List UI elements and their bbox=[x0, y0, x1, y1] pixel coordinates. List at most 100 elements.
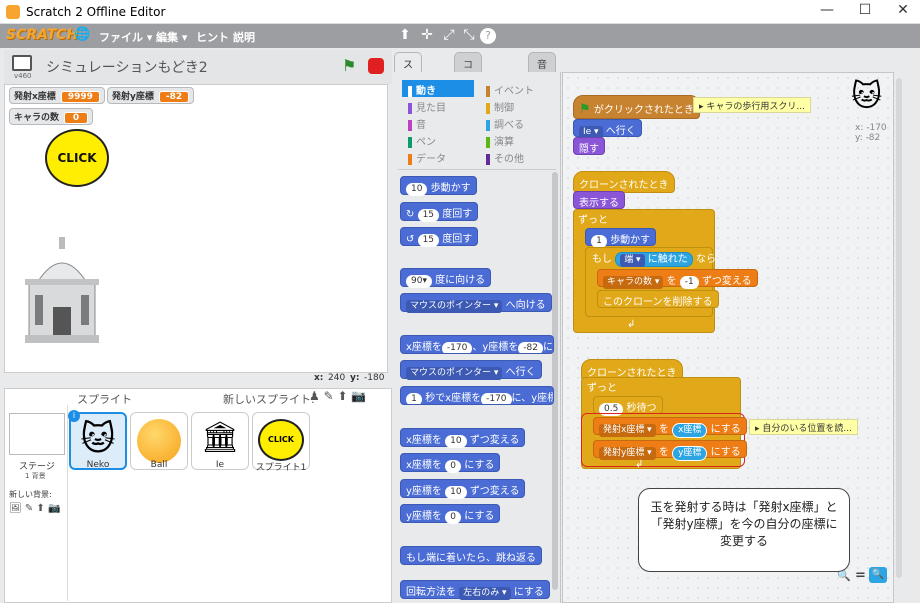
coord-y-label: y: bbox=[350, 373, 360, 383]
tab-scripts[interactable]: スクリプト bbox=[394, 52, 422, 131]
stage-canvas[interactable]: 発射x座標 9999 発射y座標 -82 キャラの数 0 CLICK bbox=[4, 84, 388, 373]
block-change-x[interactable]: x座標を 10 ずつ変える bbox=[400, 428, 526, 448]
new-sprite-label: 新しいスプライト: bbox=[223, 393, 315, 406]
hide-block[interactable]: 隠す bbox=[573, 137, 605, 155]
menu-edit[interactable]: 編集 ▾ bbox=[156, 29, 187, 45]
monitor-label: 発射y座標 bbox=[112, 92, 154, 102]
block-set-y[interactable]: y座標を 0 にする bbox=[400, 504, 501, 524]
delete-cut-icon[interactable]: ✛ bbox=[418, 27, 436, 43]
block-go-to-xy[interactable]: x座標を-170、y座標を-82にす bbox=[400, 335, 554, 354]
window-title: Scratch 2 Offline Editor bbox=[26, 5, 166, 19]
title-bar: Scratch 2 Offline Editor — ☐ ✕ bbox=[0, 0, 920, 24]
sprite-list-border bbox=[67, 405, 68, 601]
set-shot-x-block[interactable]: 発射x座標 ▾ を x座標 にする bbox=[593, 417, 747, 438]
block-move[interactable]: 10 歩動かす bbox=[400, 176, 477, 196]
scripts-scrollbar[interactable] bbox=[896, 78, 902, 578]
category-pen[interactable]: ペン bbox=[402, 131, 442, 148]
backdrop-tools-icon[interactable]: 🖼 ✎ ⬆ 📷 bbox=[9, 503, 60, 514]
menu-about[interactable]: 説明 bbox=[233, 29, 255, 45]
category-list: 動き 見た目 音 ペン データ イベント 制御 調べる 演算 その他 bbox=[398, 78, 556, 170]
zoom-in-icon[interactable]: 🔍 bbox=[869, 567, 887, 583]
green-flag-icon: ⚑ bbox=[579, 102, 591, 117]
comment-position[interactable]: ▸ 自分のいる位置を読... bbox=[749, 419, 858, 435]
globe-icon[interactable]: 🌐 bbox=[74, 27, 90, 42]
monitor-value: -82 bbox=[158, 91, 190, 103]
go-to-block[interactable]: Ie ▾ へ行く bbox=[573, 119, 642, 139]
wait-block[interactable]: 0.5 秒待つ bbox=[593, 396, 663, 416]
maximize-button[interactable]: ☐ bbox=[850, 2, 880, 22]
version-label: v460 bbox=[14, 72, 32, 80]
block-change-y[interactable]: y座標を 10 ずつ変える bbox=[400, 479, 526, 499]
block-rotation-style[interactable]: 回転方法を 左右のみ ▾ にする bbox=[400, 580, 550, 600]
comment-walk-script[interactable]: ▸ キャラの歩行用スクリ... bbox=[693, 97, 811, 113]
click-text: CLICK bbox=[57, 151, 97, 165]
forever-label-1: ずっと bbox=[578, 215, 608, 226]
cat-icon: 🐱 bbox=[80, 419, 116, 459]
category-sensing[interactable]: 調べる bbox=[480, 114, 530, 131]
coord-x-label: x: bbox=[314, 373, 324, 383]
coord-y-value: -180 bbox=[364, 373, 385, 383]
monitor-shot-x: 発射x座標 9999 bbox=[9, 87, 105, 104]
set-shot-y-block[interactable]: 発射y座標 ▾ を y座標 にする bbox=[593, 440, 747, 461]
sprite-label-ball: Ball bbox=[150, 460, 168, 470]
forever-arrow-icon: ↲ bbox=[627, 319, 636, 330]
shrink-icon[interactable]: ⤡ bbox=[460, 27, 478, 43]
show-block[interactable]: 表示する bbox=[573, 191, 625, 209]
grow-icon[interactable]: ⤢ bbox=[440, 27, 458, 43]
minimize-button[interactable]: — bbox=[812, 2, 842, 22]
category-looks[interactable]: 見た目 bbox=[402, 97, 452, 114]
info-icon[interactable]: i bbox=[68, 410, 80, 422]
ball-icon bbox=[137, 419, 181, 463]
menu-bar: SCRATCH 🌐 ファイル ▾ 編集 ▾ ヒント 説明 ⬆ ✛ ⤢ ⤡ ? bbox=[0, 24, 920, 48]
zoom-reset-icon[interactable]: = bbox=[855, 568, 866, 583]
stage-thumb[interactable] bbox=[9, 413, 65, 455]
block-set-x[interactable]: x座標を 0 にする bbox=[400, 453, 501, 473]
current-sprite-icon: 🐱 bbox=[851, 79, 883, 114]
palette-scrollbar[interactable] bbox=[552, 172, 558, 590]
block-turn-left[interactable]: ↺ 15 度回す bbox=[400, 227, 479, 247]
delete-clone-block[interactable]: このクローンを削除する bbox=[597, 290, 719, 308]
block-go-to[interactable]: マウスのポインター ▾ へ行く bbox=[400, 360, 542, 380]
block-point-toward[interactable]: マウスのポインター ▾ へ向ける bbox=[400, 293, 552, 313]
block-glide[interactable]: 1 秒でx座標を-170に、y座標を bbox=[400, 386, 554, 405]
click-badge-icon: CLICK bbox=[258, 419, 304, 461]
sprite-label-neko: Neko bbox=[86, 460, 110, 470]
category-more[interactable]: その他 bbox=[480, 148, 530, 165]
menu-file[interactable]: ファイル ▾ bbox=[99, 29, 152, 45]
stop-icon[interactable] bbox=[368, 58, 384, 74]
menu-tips[interactable]: ヒント bbox=[196, 29, 229, 45]
tab-costumes[interactable]: コスチューム bbox=[454, 52, 482, 146]
category-control[interactable]: 制御 bbox=[480, 97, 520, 114]
block-bounce[interactable]: もし端に着いたら、跳ね返る bbox=[400, 546, 542, 565]
duplicate-icon[interactable]: ⬆ bbox=[396, 27, 414, 43]
category-motion[interactable]: 動き bbox=[402, 80, 474, 97]
block-turn-right[interactable]: ↻ 15 度回す bbox=[400, 202, 479, 222]
category-sound[interactable]: 音 bbox=[402, 114, 432, 131]
close-button[interactable]: ✕ bbox=[888, 2, 918, 22]
category-events[interactable]: イベント bbox=[480, 80, 540, 97]
monitor-label: キャラの数 bbox=[14, 113, 60, 123]
app-icon bbox=[6, 5, 20, 19]
new-backdrop-label: 新しい背景: bbox=[9, 490, 52, 499]
help-icon[interactable]: ? bbox=[480, 28, 496, 44]
fullscreen-icon[interactable] bbox=[12, 55, 32, 71]
touching-block[interactable]: 端 ▾ に触れた bbox=[615, 252, 693, 267]
house-sprite[interactable] bbox=[21, 235, 103, 345]
forever-label-2: ずっと bbox=[587, 383, 617, 394]
new-sprite-tools-icon[interactable]: ♟ ✎ ⬆ 📷 bbox=[309, 389, 366, 403]
change-var-block[interactable]: キャラの数 ▾ を -1 ずつ変える bbox=[597, 269, 758, 289]
category-operators[interactable]: 演算 bbox=[480, 131, 520, 148]
stage-backdrops-count: 1 背景 bbox=[25, 472, 46, 480]
green-flag-icon[interactable]: ⚑ bbox=[342, 56, 356, 75]
click-sprite[interactable]: CLICK bbox=[45, 129, 109, 187]
monitor-shot-y: 発射y座標 -82 bbox=[107, 87, 195, 104]
scratch-logo[interactable]: SCRATCH bbox=[6, 27, 78, 43]
project-title[interactable]: シミュレーションもどき2 bbox=[46, 57, 208, 77]
category-data[interactable]: データ bbox=[402, 148, 452, 165]
when-cloned-block-1[interactable]: クローンされたとき bbox=[573, 171, 675, 193]
tab-sounds[interactable]: 音 bbox=[528, 52, 556, 72]
block-point-direction[interactable]: 90▾ 度に向ける bbox=[400, 268, 492, 288]
move-block[interactable]: 1 歩動かす bbox=[585, 228, 657, 248]
monitor-label: 発射x座標 bbox=[14, 92, 56, 102]
when-flag-clicked-block[interactable]: ⚑ がクリックされたとき bbox=[573, 95, 700, 119]
